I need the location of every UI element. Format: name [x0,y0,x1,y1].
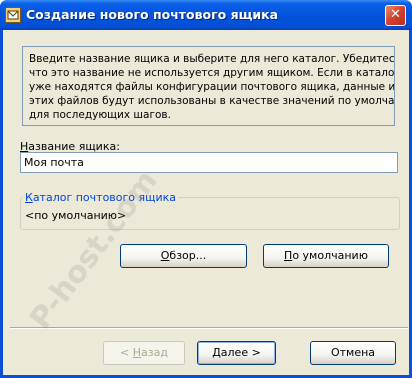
folder-group-legend-rest: аталог почтового ящика [32,191,177,204]
cancel-button[interactable]: Отмена [310,341,396,365]
mnemonic: К [25,191,33,204]
default-folder-button[interactable]: По умолчанию [263,244,389,268]
browse-button[interactable]: Обзор... [120,244,247,268]
back-button[interactable]: < Назад [103,341,185,365]
folder-group-legend: Каталог почтового ящика [23,191,179,204]
title-bar[interactable]: Создание нового почтового ящика ✕ [0,0,412,30]
window-title: Создание нового почтового ящика [26,7,279,22]
instructions-box: Введите название ящика и выберите для не… [22,46,395,126]
instructions-line: что это название не используется другим … [29,67,395,79]
instructions-line: этих файлов будут использованы в качеств… [29,95,395,107]
instructions-line: Введите название ящика и выберите для не… [29,53,395,65]
folder-path-value: <по умолчанию> [25,209,127,222]
mailbox-wizard-icon [5,7,21,23]
close-button[interactable]: ✕ [385,5,406,26]
wizard-window: Создание нового почтового ящика ✕ Введит… [0,0,412,378]
mailbox-name-input[interactable] [20,152,398,173]
instructions-line: для последующих шагов. [29,109,171,121]
separator [10,327,408,329]
close-icon: ✕ [390,7,401,22]
instructions-line: уже находятся файлы конфигурации почтово… [29,81,395,93]
next-button[interactable]: Далее > [197,341,276,365]
